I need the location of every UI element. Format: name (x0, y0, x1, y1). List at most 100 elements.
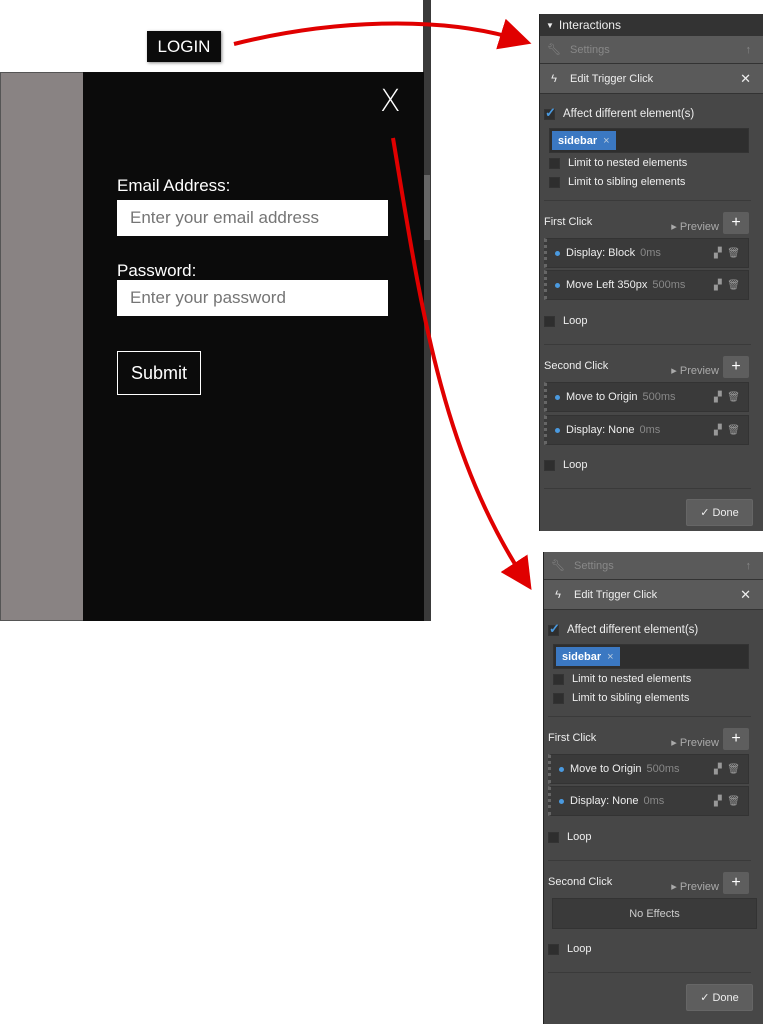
loop-checkbox-row[interactable]: Loop (544, 943, 763, 955)
nested-checkbox-row[interactable]: Limit to nested elements (540, 157, 763, 169)
close-icon[interactable]: ✕ (740, 71, 751, 87)
element-tag-input[interactable]: sidebar × (549, 128, 749, 153)
affect-label: Affect different element(s) (563, 108, 695, 120)
effect-time: 0ms (643, 795, 665, 807)
duplicate-trash-icons[interactable]: ▞ 🗑︎ (714, 248, 740, 259)
wrench-icon: 🔧︎ (547, 44, 561, 56)
checkbox[interactable] (553, 692, 564, 704)
password-input[interactable] (117, 280, 388, 316)
checkbox[interactable] (549, 157, 560, 169)
preview-button[interactable]: ▸ Preview (671, 364, 719, 377)
tag-remove-icon[interactable]: × (607, 651, 613, 663)
sibling-checkbox-row[interactable]: Limit to sibling elements (540, 176, 763, 188)
duplicate-trash-icons[interactable]: ▞ 🗑︎ (714, 280, 740, 291)
loop-checkbox-row[interactable]: Loop (544, 831, 763, 843)
nested-label: Limit to nested elements (572, 673, 692, 685)
loop-label: Loop (567, 943, 592, 955)
checkbox[interactable] (548, 831, 559, 843)
effect-time: 0ms (639, 424, 661, 436)
loop-checkbox-row[interactable]: Loop (540, 459, 763, 471)
scrollbar-thumb[interactable] (424, 175, 430, 240)
nested-checkbox-row[interactable]: Limit to nested elements (544, 673, 763, 685)
sibling-label: Limit to sibling elements (568, 176, 686, 188)
duplicate-trash-icons[interactable]: ▞ 🗑︎ (714, 425, 740, 436)
effect-name: Display: None (566, 424, 635, 436)
add-effect-button[interactable]: + (723, 212, 749, 234)
wrench-icon: 🔧︎ (551, 560, 565, 572)
close-icon[interactable]: X (380, 84, 401, 119)
settings-row[interactable]: 🔧︎ Settings ↑ (540, 36, 763, 64)
add-effect-button[interactable]: + (723, 728, 749, 750)
effect-name: Move to Origin (570, 763, 642, 775)
effect-row[interactable]: Display: None 0ms ▞ 🗑︎ (544, 415, 749, 445)
settings-label: Settings (570, 43, 610, 56)
page-background-panel (0, 72, 84, 621)
second-click-label: Second Click (544, 360, 609, 372)
checkbox[interactable] (548, 943, 559, 955)
add-effect-button[interactable]: + (723, 356, 749, 378)
done-button[interactable]: ✓ Done (686, 984, 753, 1011)
dot-icon (555, 282, 560, 288)
effect-name: Display: None (570, 795, 639, 807)
tag-remove-icon[interactable]: × (603, 135, 609, 147)
preview-button[interactable]: ▸ Preview (671, 880, 719, 893)
no-effects-box: No Effects (552, 898, 757, 929)
done-button[interactable]: ✓ Done (686, 499, 753, 526)
effect-time: 500ms (646, 763, 680, 775)
duplicate-trash-icons[interactable]: ▞ 🗑︎ (714, 764, 740, 775)
effect-row[interactable]: Display: Block 0ms ▞ 🗑︎ (544, 238, 749, 268)
interactions-panel: ▼ Interactions 🔧︎ Settings ↑ ϟ Edit Trigger … (539, 14, 763, 531)
second-click-section: Second Click ▸ Preview + (540, 356, 763, 378)
done-label: Done (712, 506, 739, 519)
sidebar-login-panel (83, 72, 424, 621)
check-icon: ✓ (700, 992, 713, 1004)
affect-checkbox-row[interactable]: Affect different element(s) (544, 621, 763, 637)
element-tag-input[interactable]: sidebar × (553, 644, 749, 669)
add-effect-button[interactable]: + (723, 872, 749, 894)
checkbox[interactable] (544, 459, 555, 471)
divider (548, 860, 751, 861)
loop-label: Loop (563, 315, 588, 327)
effect-name: Move Left 350px (566, 279, 648, 291)
tag-sidebar[interactable]: sidebar × (556, 647, 620, 666)
arrow-login-to-panel (233, 18, 532, 50)
dot-icon (555, 250, 560, 256)
tag-sidebar[interactable]: sidebar × (552, 131, 616, 150)
effect-row[interactable]: Move Left 350px 500ms ▞ 🗑︎ (544, 270, 749, 300)
duplicate-trash-icons[interactable]: ▞ 🗑︎ (714, 796, 740, 807)
email-input[interactable] (117, 200, 388, 236)
arrow-up-icon[interactable]: ↑ (746, 44, 752, 56)
done-label: Done (712, 991, 739, 1004)
loop-label: Loop (567, 831, 592, 843)
first-click-section: First Click ▸ Preview + (544, 728, 763, 750)
interactions-header[interactable]: ▼ Interactions (540, 14, 763, 36)
effect-row[interactable]: Move to Origin 500ms ▞ 🗑︎ (544, 382, 749, 412)
checkbox-checked[interactable] (544, 105, 556, 121)
first-click-label: First Click (544, 216, 593, 228)
second-click-label: Second Click (548, 876, 613, 888)
login-button[interactable]: LOGIN (147, 31, 221, 62)
interactions-title: Interactions (558, 18, 621, 32)
checkbox[interactable] (553, 673, 564, 685)
checkbox[interactable] (544, 315, 555, 327)
close-icon[interactable]: ✕ (740, 587, 751, 603)
submit-button[interactable]: Submit (117, 351, 201, 395)
effect-row[interactable]: Display: None 0ms ▞ 🗑︎ (548, 786, 749, 816)
edit-trigger-row: ϟ Edit Trigger Click ✕ (540, 64, 763, 94)
loop-checkbox-row[interactable]: Loop (540, 315, 763, 327)
trigger-title: Edit Trigger Click (574, 588, 658, 601)
preview-button[interactable]: ▸ Preview (671, 220, 719, 233)
sibling-checkbox-row[interactable]: Limit to sibling elements (544, 692, 763, 704)
arrow-up-icon[interactable]: ↑ (746, 560, 752, 572)
effect-time: 500ms (642, 391, 676, 403)
settings-row[interactable]: 🔧︎ Settings ↑ (544, 552, 763, 580)
email-label: Email Address: (117, 176, 231, 195)
check-icon: ✓ (700, 507, 713, 519)
affect-checkbox-row[interactable]: Affect different element(s) (540, 105, 763, 121)
duplicate-trash-icons[interactable]: ▞ 🗑︎ (714, 392, 740, 403)
checkbox[interactable] (549, 176, 560, 188)
checkbox-checked[interactable] (548, 621, 560, 637)
effect-row[interactable]: Move to Origin 500ms ▞ 🗑︎ (548, 754, 749, 784)
scrollbar[interactable] (423, 0, 431, 621)
preview-button[interactable]: ▸ Preview (671, 736, 719, 749)
